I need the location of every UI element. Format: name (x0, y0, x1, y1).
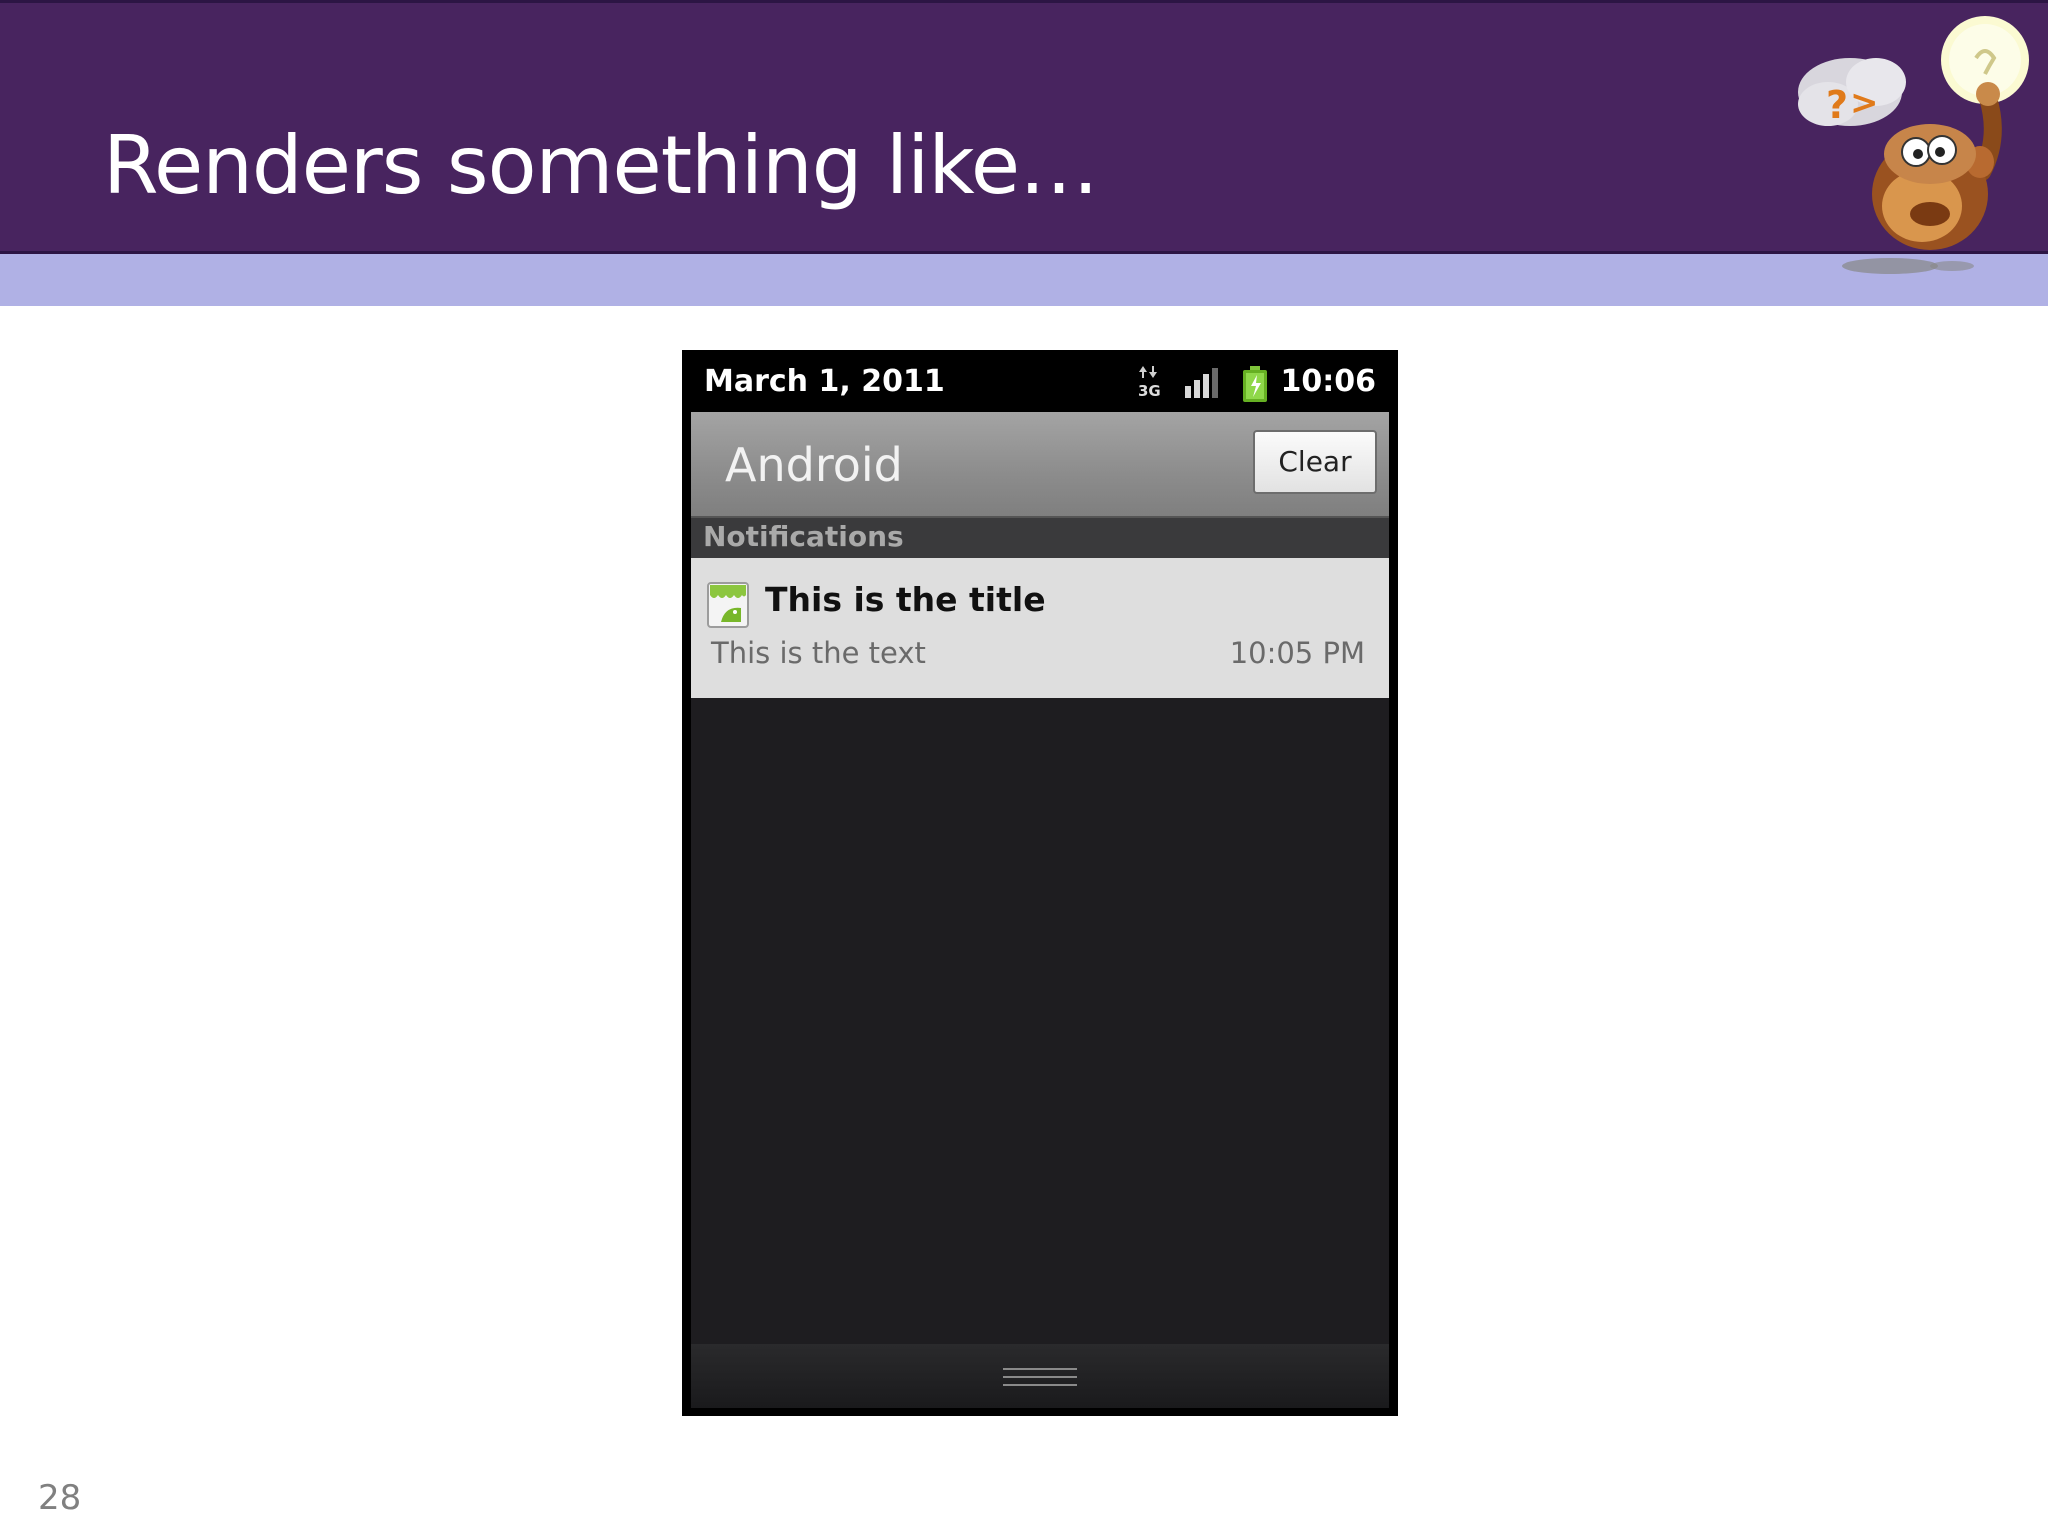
notification-time: 10:05 PM (1229, 636, 1365, 670)
title-stripe (0, 254, 2048, 306)
section-label: Notifications (703, 520, 904, 553)
notifications-section-header: Notifications (691, 516, 1389, 558)
phone-screenshot: March 1, 2011 3G 10:06 Android Clear Not… (682, 350, 1398, 1416)
clear-notifications-button[interactable]: Clear (1253, 430, 1377, 494)
signal-strength-icon (1185, 368, 1218, 398)
page-number: 28 (38, 1478, 82, 1518)
notification-item[interactable]: This is the title This is the text 10:05… (691, 558, 1389, 698)
status-time: 10:06 (1280, 364, 1377, 399)
shade-drag-handle[interactable] (691, 1344, 1389, 1408)
status-date: March 1, 2011 (704, 364, 945, 399)
battery-charging-icon (1243, 366, 1267, 402)
title-bar: Renders something like… (0, 0, 2048, 254)
slide: Renders something like… ? > March 1, 201… (0, 0, 2048, 1536)
status-bar: March 1, 2011 3G 10:06 (682, 350, 1398, 412)
notification-shade: Android Clear Notifications This is the … (691, 412, 1389, 1408)
carrier-bar: Android Clear (691, 412, 1389, 516)
3g-data-icon: 3G (1138, 366, 1161, 398)
carrier-label: Android (725, 438, 903, 492)
notification-text: This is the text (711, 636, 926, 670)
notification-title: This is the title (765, 580, 1046, 619)
grip-lines-icon (1003, 1368, 1077, 1386)
svg-text:?: ? (1826, 83, 1848, 127)
svg-text:>: > (1850, 83, 1879, 123)
svg-text:3G: 3G (1138, 382, 1161, 398)
monkey-lightbulb-mascot-icon: ? > (1798, 16, 2029, 274)
slide-title: Renders something like… (103, 119, 1099, 212)
android-app-icon (707, 582, 749, 628)
